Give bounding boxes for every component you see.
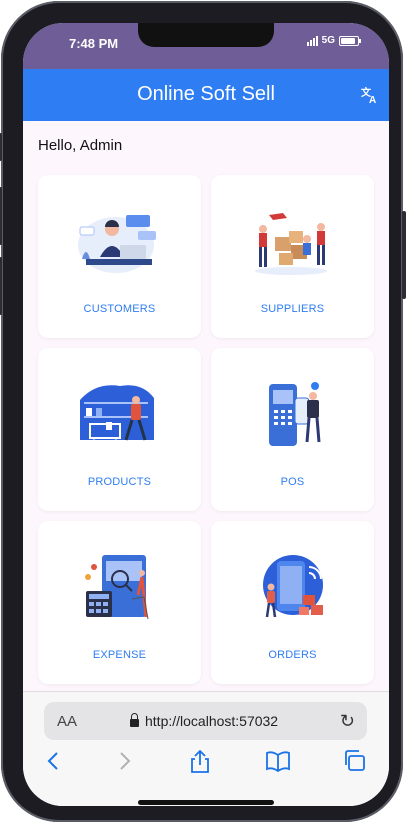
tabs-icon[interactable] [343,750,367,778]
url-display[interactable]: http://localhost:57032 [130,713,278,729]
reload-icon[interactable]: ↻ [340,711,355,732]
svg-text:A: A [369,95,376,104]
expense-calculator-illustration [85,555,149,620]
tile-label: CUSTOMERS [83,303,156,315]
browser-toolbar: AA http://localhost:57032 ↻ [23,691,389,806]
tile-label: POS [280,476,305,488]
tile-customers[interactable]: CUSTOMERS [38,175,201,338]
address-bar[interactable]: AA http://localhost:57032 ↻ [44,702,367,740]
bookmarks-icon[interactable] [265,750,291,778]
volume-up-button [0,187,2,245]
phone-frame: 7:48 PM 5G Online Soft Sell 文A Hello, Ad… [0,1,406,822]
tile-products[interactable]: PRODUCTS [38,348,201,511]
status-bar: 7:48 PM 5G [23,23,389,69]
screen: 7:48 PM 5G Online Soft Sell 文A Hello, Ad… [23,23,389,806]
home-indicator [138,800,274,805]
tile-label: EXPENSE [92,649,147,661]
customer-support-illustration [78,215,156,273]
greeting-text: Hello, Admin [38,137,123,154]
status-icons: 5G [306,35,361,46]
url-text: http://localhost:57032 [145,713,279,729]
tile-pos[interactable]: POS [211,348,374,511]
pos-terminal-illustration [269,382,321,446]
translate-icon[interactable]: 文A [361,86,379,106]
network-type: 5G [321,35,335,46]
text-size-label: AA [57,713,78,730]
volume-down-button [0,257,2,315]
orders-illustration [263,555,323,618]
mute-switch [0,133,2,161]
suppliers-illustration [255,213,327,275]
app-bar: Online Soft Sell 文A [23,69,389,121]
power-button [402,211,406,299]
share-icon[interactable] [189,749,211,780]
notch [138,23,274,47]
status-time: 7:48 PM [69,36,119,51]
tile-label: SUPPLIERS [260,303,325,315]
tile-expense[interactable]: EXPENSE [38,521,201,684]
app-title: Online Soft Sell [137,83,275,105]
battery-icon [339,35,361,46]
lock-icon [130,713,139,727]
forward-icon[interactable] [118,750,132,778]
tile-orders[interactable]: ORDERS [211,521,374,684]
back-icon[interactable] [46,750,60,778]
tile-suppliers[interactable]: SUPPLIERS [211,175,374,338]
signal-icon [306,35,318,46]
text-size-button[interactable]: AA [57,713,77,730]
tile-label: ORDERS [268,649,317,661]
tile-label: PRODUCTS [87,476,152,488]
products-illustration [80,385,154,445]
